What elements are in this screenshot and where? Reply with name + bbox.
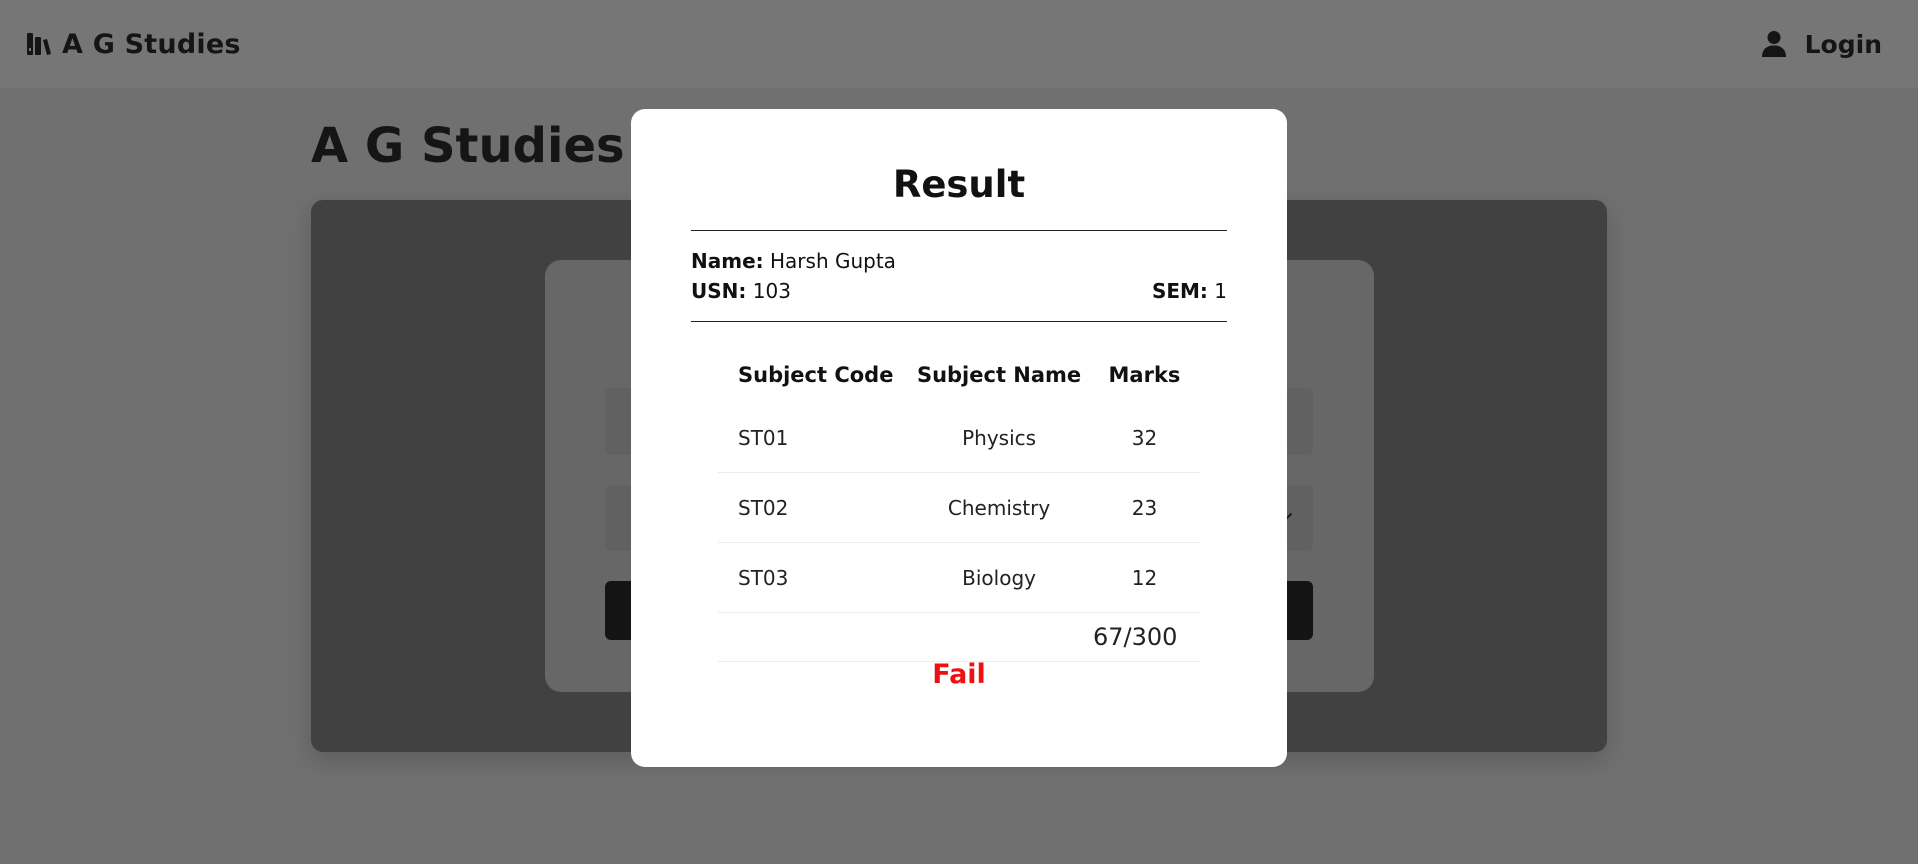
header-subject-code: Subject Code (738, 363, 894, 387)
login-button[interactable]: Login (1761, 22, 1882, 66)
subject-name-cell: Physics (909, 403, 1089, 473)
subject-code-cell: ST02 (718, 472, 910, 543)
name-value: Harsh Gupta (770, 249, 896, 273)
brand[interactable]: A G Studies (26, 22, 241, 66)
table-row: ST02 Chemistry 23 (718, 472, 1200, 543)
modal-title: Result (892, 163, 1026, 206)
usn-label: USN: (691, 279, 747, 303)
subject-code-cell: ST03 (718, 542, 910, 613)
books-icon (27, 33, 51, 55)
user-icon (1761, 31, 1786, 57)
login-label: Login (1804, 29, 1882, 59)
usn-value: 103 (752, 279, 791, 303)
divider (691, 321, 1227, 322)
table-row: ST01 Physics 32 (718, 403, 1200, 473)
subject-name-cell: Biology (909, 542, 1089, 613)
student-name: Name: Harsh Gupta (691, 249, 896, 273)
sem-label: SEM: (1151, 279, 1208, 303)
result-modal: Result Name: Harsh Gupta USN: 103 SEM: 1… (631, 109, 1287, 767)
table-row: ST03 Biology 12 (718, 542, 1200, 613)
navbar: A G Studies Login (0, 0, 1918, 88)
marks-cell: 12 (1088, 542, 1200, 613)
page-title: A G Studies (311, 118, 625, 174)
name-label: Name: (691, 249, 764, 273)
marks-cell: 32 (1088, 403, 1200, 473)
header-marks: Marks (1108, 363, 1181, 387)
result-status: Fail (932, 659, 986, 690)
brand-name: A G Studies (62, 28, 241, 60)
subject-code-cell: ST01 (718, 403, 910, 473)
header-subject-name: Subject Name (916, 363, 1082, 387)
empty-cell (718, 612, 910, 662)
total-row: 67/300 (718, 612, 1200, 662)
marks-table: Subject Code Subject Name Marks ST01 Phy… (718, 347, 1200, 662)
divider (691, 230, 1227, 231)
student-sem: SEM: 1 (1152, 279, 1227, 303)
total-marks: 67/300 (1088, 612, 1200, 662)
student-usn: USN: 103 (691, 279, 791, 303)
subject-name-cell: Chemistry (909, 472, 1089, 543)
empty-cell (909, 612, 1089, 662)
sem-value: 1 (1214, 279, 1227, 303)
table-header-row: Subject Code Subject Name Marks (718, 347, 1200, 403)
marks-cell: 23 (1088, 472, 1200, 543)
